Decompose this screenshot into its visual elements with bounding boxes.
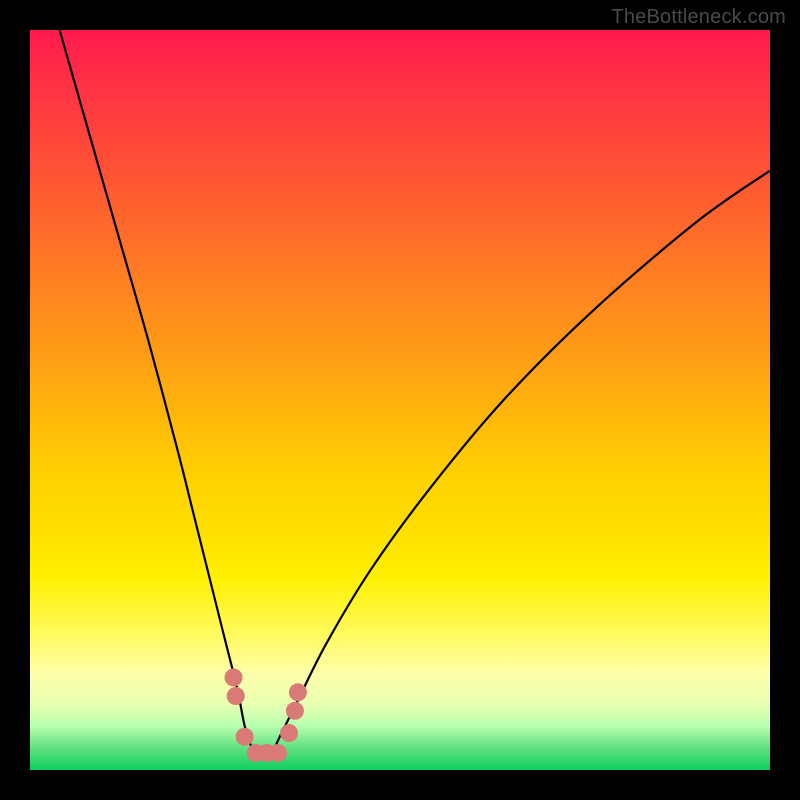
data-marker [269,744,287,762]
data-marker [227,687,245,705]
watermark-text: TheBottleneck.com [611,6,786,29]
bottleneck-curve [60,30,770,756]
chart-svg [30,30,770,770]
marker-group [225,669,307,762]
data-marker [289,683,307,701]
data-marker [280,724,298,742]
plot-area [30,30,770,770]
data-marker [225,669,243,687]
data-marker [236,728,254,746]
data-marker [286,702,304,720]
chart-frame: TheBottleneck.com [0,0,800,800]
